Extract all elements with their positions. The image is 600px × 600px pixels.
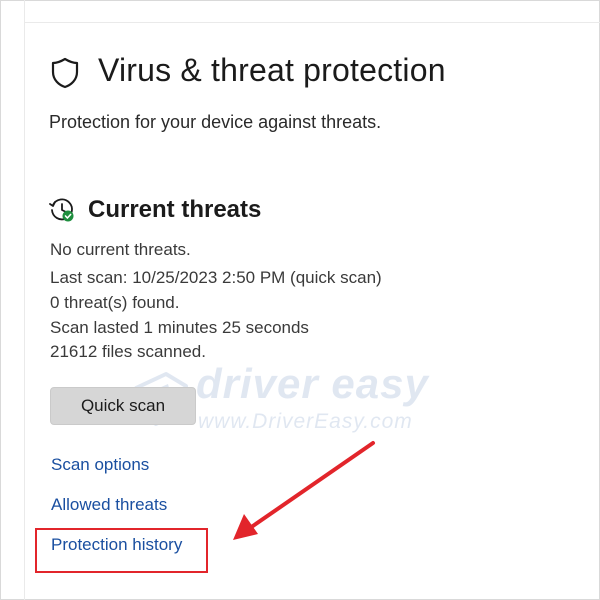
status-threats-found: 0 threat(s) found. bbox=[50, 293, 180, 312]
status-files-scanned: 21612 files scanned. bbox=[50, 342, 206, 361]
allowed-threats-link[interactable]: Allowed threats bbox=[51, 495, 167, 515]
section-title-current-threats: Current threats bbox=[88, 196, 262, 223]
scan-options-link[interactable]: Scan options bbox=[51, 455, 149, 475]
history-check-icon bbox=[49, 198, 74, 222]
page-title: Virus & threat protection bbox=[98, 52, 446, 88]
shield-icon bbox=[51, 57, 79, 89]
divider-top bbox=[24, 22, 600, 23]
annotation-highlight-box bbox=[35, 528, 208, 573]
status-scan-duration: Scan lasted 1 minutes 25 seconds bbox=[50, 318, 309, 337]
divider-left bbox=[24, 0, 25, 600]
status-last-scan: Last scan: 10/25/2023 2:50 PM (quick sca… bbox=[50, 268, 382, 287]
status-no-threats: No current threats. bbox=[50, 240, 191, 259]
quick-scan-button[interactable]: Quick scan bbox=[50, 387, 196, 425]
page-subtitle: Protection for your device against threa… bbox=[49, 112, 382, 132]
